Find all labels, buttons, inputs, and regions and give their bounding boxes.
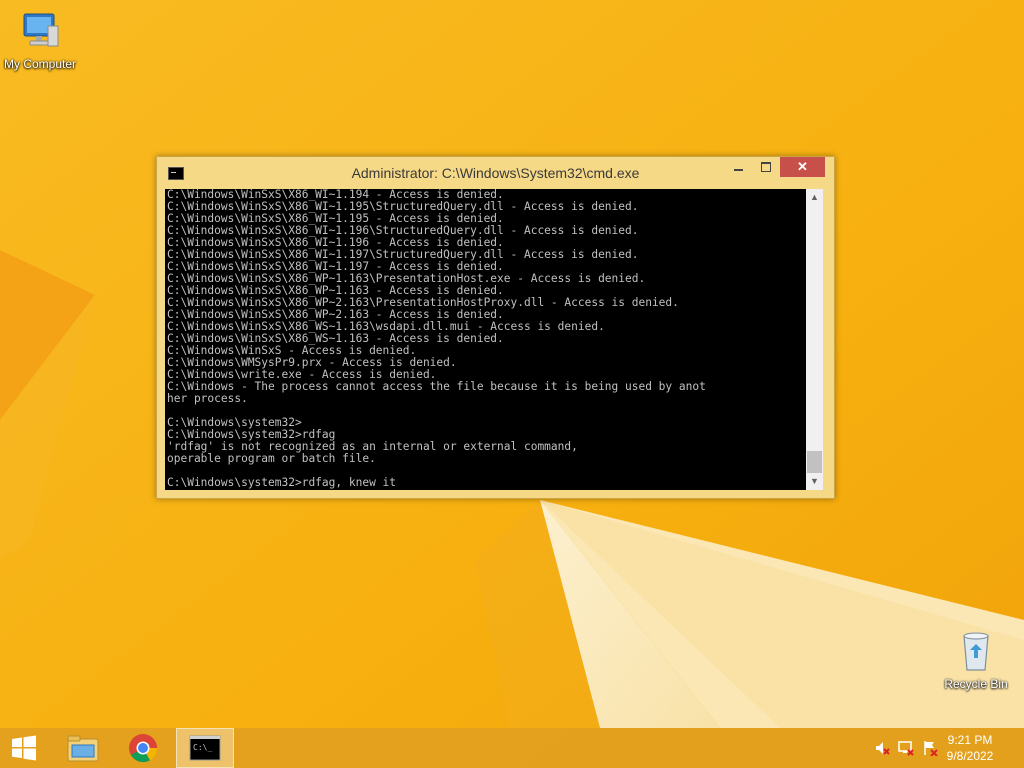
- windows-logo-icon: [12, 735, 36, 761]
- vertical-scrollbar[interactable]: ▲ ▼: [806, 189, 823, 490]
- my-computer-label: My Computer: [3, 57, 77, 71]
- taskbar-command-prompt[interactable]: C:\_: [176, 728, 234, 768]
- title-bar[interactable]: Administrator: C:\Windows\System32\cmd.e…: [157, 157, 834, 189]
- clock-time: 9:21 PM: [947, 733, 993, 747]
- close-icon: ✕: [797, 159, 808, 174]
- scroll-down-arrow-icon[interactable]: ▼: [806, 473, 823, 490]
- recycle-bin-label: Recycle Bin: [944, 677, 1008, 691]
- svg-text:C:\_: C:\_: [193, 743, 212, 752]
- cmd-icon: C:\_: [189, 735, 221, 761]
- recycle-bin-desktop-icon[interactable]: Recycle Bin: [936, 628, 1016, 691]
- console-line: C:\Windows - The process cannot access t…: [167, 380, 706, 393]
- taskbar-file-explorer[interactable]: [54, 728, 112, 768]
- scroll-up-arrow-icon[interactable]: ▲: [806, 189, 823, 206]
- folder-icon: [67, 735, 99, 762]
- taskbar: C:\_ 9:21 PM 9/8/2022: [0, 728, 1024, 768]
- computer-icon: [23, 13, 59, 47]
- cmd-window[interactable]: Administrator: C:\Windows\System32\cmd.e…: [156, 156, 835, 499]
- console-output[interactable]: C:\Windows\WinSxS\X86_WI~1.194 - Access …: [165, 189, 806, 490]
- close-button[interactable]: ✕: [780, 157, 825, 177]
- taskbar-clock[interactable]: 9:21 PM 9/8/2022: [940, 732, 1000, 764]
- scroll-thumb[interactable]: [807, 451, 822, 473]
- chrome-icon: [129, 734, 158, 763]
- console-line: operable program or batch file.: [167, 452, 376, 465]
- console-line: C:\Windows\system32>rdfag, knew it: [167, 476, 397, 489]
- maximize-button[interactable]: [753, 157, 779, 177]
- minimize-button[interactable]: [725, 157, 751, 177]
- minimize-icon: [733, 169, 743, 171]
- maximize-icon: [761, 162, 771, 172]
- recycle-bin-icon: [963, 632, 989, 671]
- my-computer-desktop-icon[interactable]: My Computer: [0, 8, 80, 71]
- console-line: her process.: [167, 392, 248, 405]
- volume-muted-icon[interactable]: [874, 740, 890, 756]
- start-button[interactable]: [0, 728, 48, 768]
- network-icon[interactable]: [898, 740, 914, 756]
- clock-date: 9/8/2022: [946, 749, 994, 763]
- taskbar-chrome[interactable]: [114, 728, 172, 768]
- action-center-icon[interactable]: [922, 740, 938, 756]
- console-text: C:\Windows\WinSxS\X86_WI~1.194 - Access …: [165, 189, 806, 489]
